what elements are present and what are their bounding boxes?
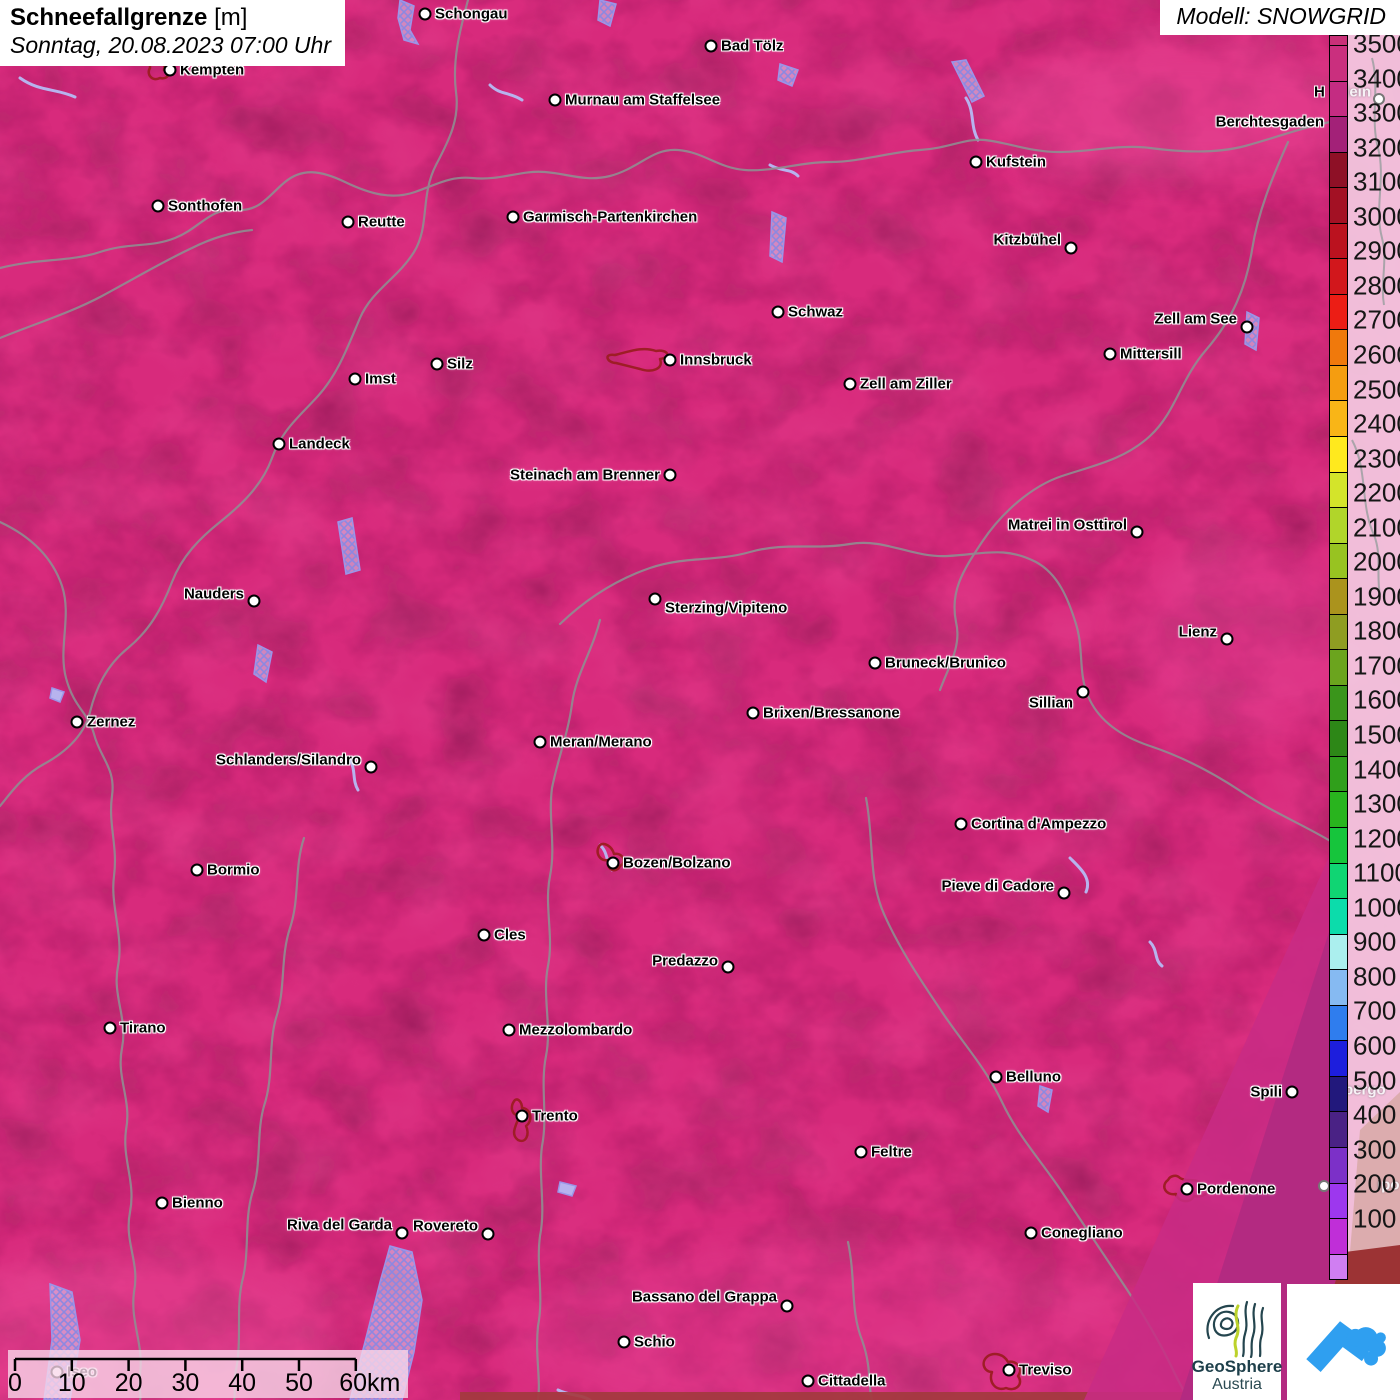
colorbar-tick-label: 3200	[1353, 132, 1400, 163]
colorbar-segment	[1330, 1040, 1347, 1076]
colorbar-tick-label: 2500	[1353, 374, 1400, 404]
colorbar-tick-label: 600	[1353, 1030, 1397, 1061]
geosphere-contour-icon	[1206, 1300, 1265, 1358]
colorbar-tick-label: 1900	[1353, 581, 1400, 612]
scalebar-tick-label: 20	[114, 1369, 143, 1397]
colorbar-segment	[1330, 36, 1347, 45]
colorbar-tick-label: 200	[1353, 1168, 1397, 1199]
colorbar-segment	[1330, 542, 1347, 579]
colorbar	[1329, 35, 1348, 1280]
colorbar-tick-label: 100	[1353, 1203, 1397, 1234]
colorbar-segment	[1330, 1004, 1347, 1041]
colorbar-tick-label: 1400	[1353, 754, 1400, 785]
scalebar-tick-label: 30	[171, 1369, 200, 1397]
colorbar-tick-label: 1500	[1353, 719, 1400, 750]
colorbar-tick-label: 1200	[1353, 823, 1400, 854]
colorbar-tick-label: 1000	[1353, 892, 1400, 923]
colorbar-segment	[1330, 898, 1347, 934]
colorbar-tick-label: 1700	[1353, 650, 1400, 681]
colorbar-tick-label: 3100	[1353, 166, 1400, 197]
distance-scalebar: 0 10 20 30 40 50 60km	[8, 1350, 408, 1398]
colorbar-segment	[1330, 613, 1347, 650]
colorbar-segment	[1330, 791, 1347, 828]
colorbar-tick-label: 2000	[1353, 546, 1400, 577]
colorbar-segment	[1330, 364, 1347, 401]
colorbar-segment	[1330, 933, 1347, 970]
colorbar-segment	[1330, 1111, 1347, 1147]
colorbar-tick-label: 2100	[1353, 512, 1400, 543]
geosphere-logo-country: Austria	[1212, 1376, 1262, 1393]
colorbar-tick-label: 900	[1353, 926, 1397, 957]
colorbar-segment	[1330, 293, 1347, 330]
colorbar-segment	[1330, 471, 1347, 508]
colorbar-segment	[1330, 258, 1347, 294]
snowgrid-logo-box	[1287, 1284, 1400, 1400]
colorbar-tick-label: 3000	[1353, 201, 1400, 232]
colorbar-segment	[1330, 578, 1347, 614]
scalebar-tick-label: 10	[57, 1369, 86, 1397]
colorbar-tick-label: 500	[1353, 1065, 1397, 1095]
colorbar-segment	[1330, 329, 1347, 365]
colorbar-segment	[1330, 507, 1347, 543]
colorbar-segment	[1330, 969, 1347, 1005]
colorbar-tick-label: 2200	[1353, 477, 1400, 508]
geosphere-logo-name: GeoSphere	[1191, 1357, 1283, 1376]
colorbar-segment	[1330, 720, 1347, 756]
colorbar-tick-label: 800	[1353, 961, 1397, 992]
colorbar-segment	[1330, 151, 1347, 188]
colorbar-segment	[1330, 116, 1347, 152]
colorbar-tick-label: 1800	[1353, 615, 1400, 646]
colorbar-tick-label: 2900	[1353, 235, 1400, 266]
map-variable-name: Schneefallgrenze	[10, 4, 208, 31]
colorbar-segment	[1330, 1218, 1347, 1254]
geosphere-logo-box: GeoSphere Austria	[1191, 1283, 1283, 1400]
colorbar-segment	[1330, 827, 1347, 863]
hidden-label-layer: Hllein bergo ipo	[0, 0, 1400, 1400]
map-variable-unit: [m]	[207, 4, 248, 31]
mountain-cloud-icon	[1305, 1321, 1386, 1372]
map-datetime: Sonntag, 20.08.2023 07:00 Uhr	[10, 32, 331, 58]
title-box: Schneefallgrenze [m] Sonntag, 20.08.2023…	[0, 0, 345, 66]
colorbar-segment	[1330, 1253, 1347, 1279]
colorbar-tick-label: 2300	[1353, 443, 1400, 474]
colorbar-tick-label: 1300	[1353, 788, 1400, 819]
colorbar-segment	[1330, 187, 1347, 223]
colorbar-tick-label: 3300	[1353, 97, 1400, 128]
page-title: Schneefallgrenze [m]	[10, 4, 331, 32]
colorbar-tick-label: 400	[1353, 1099, 1397, 1130]
colorbar-tick-label: 2600	[1353, 339, 1400, 370]
colorbar-segment	[1330, 862, 1347, 899]
colorbar-tick-label: 1600	[1353, 684, 1400, 715]
scalebar-tick-label: 40	[228, 1369, 257, 1397]
colorbar-segment	[1330, 684, 1347, 721]
colorbar-tick-label: 2800	[1353, 270, 1400, 301]
colorbar-tick-label: 2400	[1353, 408, 1400, 439]
colorbar-segment	[1330, 222, 1347, 259]
colorbar-segment	[1330, 80, 1347, 117]
partial-city-label: H	[1314, 83, 1325, 101]
scalebar-end-label: 60km	[339, 1369, 401, 1397]
colorbar-tick-label: 700	[1353, 995, 1397, 1026]
colorbar-tick-label: 3400	[1353, 63, 1400, 94]
colorbar-segment	[1330, 755, 1347, 792]
weather-map-app: Schongau Bad Tölz Kempten Murnau am Staffel…	[0, 0, 1400, 1400]
scalebar-tick-label: 0	[8, 1369, 22, 1397]
scalebar-tick-label: 50	[285, 1369, 313, 1397]
colorbar-segment	[1330, 1146, 1347, 1183]
colorbar-segment	[1330, 1075, 1347, 1112]
colorbar-segment	[1330, 436, 1347, 472]
colorbar-tick-label: 2700	[1353, 304, 1400, 335]
colorbar-segment	[1330, 45, 1347, 81]
colorbar-segment	[1330, 400, 1347, 437]
colorbar-tick-label: 300	[1353, 1134, 1397, 1165]
colorbar-tick-label: 1100	[1353, 857, 1400, 888]
colorbar-segment	[1330, 1182, 1347, 1219]
model-label: Modell: SNOWGRID	[1160, 0, 1400, 35]
colorbar-segment	[1330, 649, 1347, 685]
